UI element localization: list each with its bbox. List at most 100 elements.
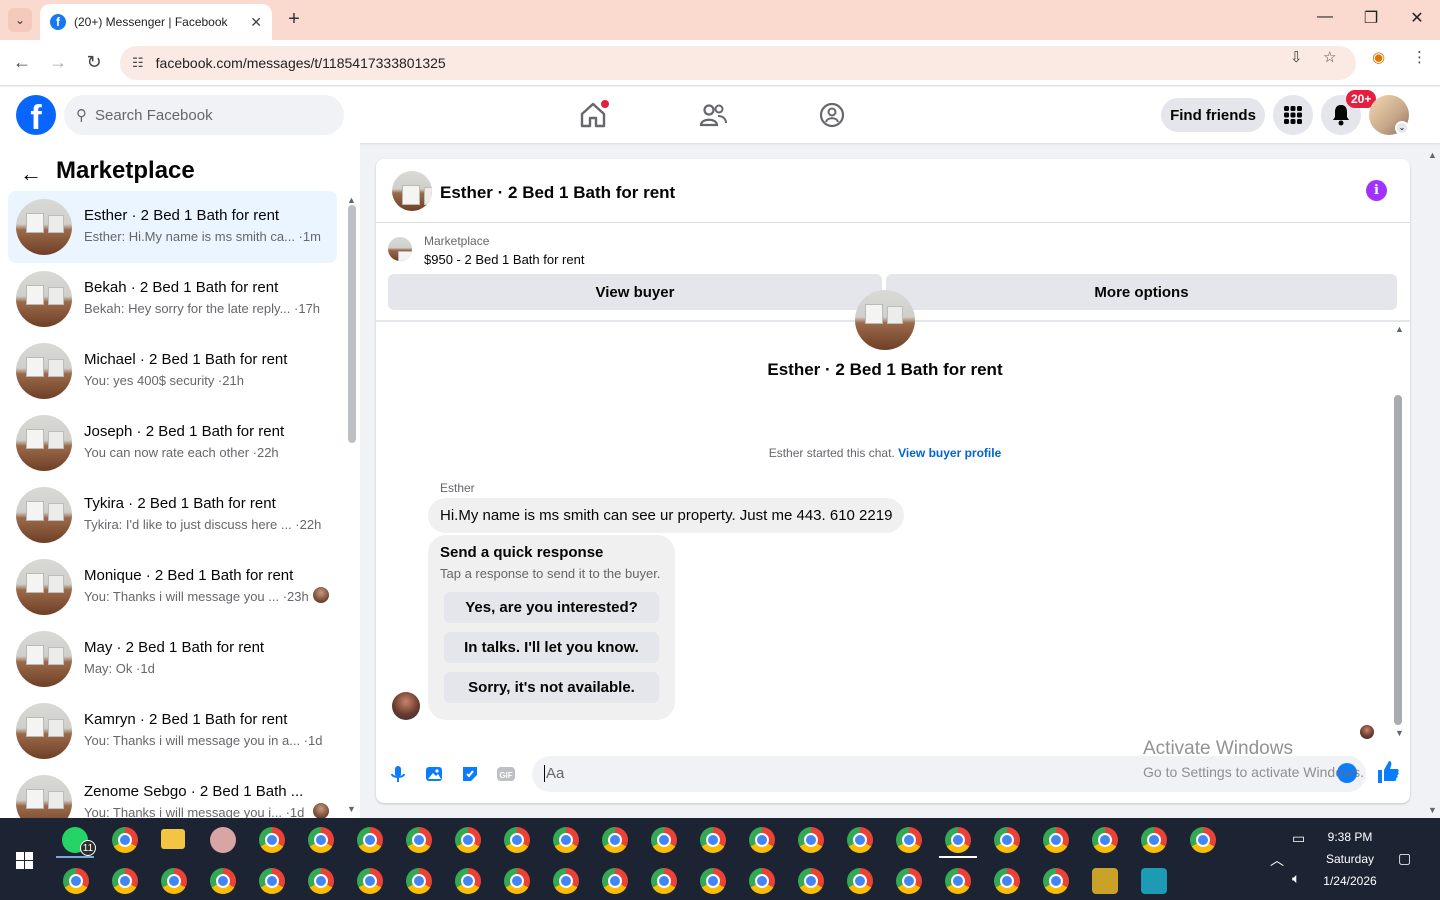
chat-scrollbar[interactable] bbox=[1394, 395, 1402, 725]
chrome-app-icon[interactable] bbox=[700, 827, 726, 853]
chrome-app-icon[interactable] bbox=[798, 868, 824, 894]
view-buyer-button[interactable]: View buyer bbox=[388, 274, 882, 310]
chrome-app-icon[interactable] bbox=[1141, 827, 1167, 853]
chrome-app-icon[interactable] bbox=[847, 868, 873, 894]
conversation-item[interactable]: Joseph · 2 Bed 1 Bath for rent You can n… bbox=[8, 407, 337, 479]
chrome-app-icon[interactable] bbox=[651, 827, 677, 853]
chrome-app-icon[interactable] bbox=[945, 827, 971, 853]
chrome-app-icon[interactable] bbox=[945, 868, 971, 894]
app-icon[interactable] bbox=[1092, 868, 1118, 894]
scroll-down-arrow-icon[interactable]: ▼ bbox=[347, 804, 356, 814]
chrome-app-icon[interactable] bbox=[553, 827, 579, 853]
chat-scroll-up-icon[interactable]: ▲ bbox=[1395, 324, 1404, 334]
groups-icon[interactable] bbox=[816, 99, 848, 131]
view-buyer-profile-link[interactable]: View buyer profile bbox=[898, 446, 1001, 460]
quick-response-not-available-button[interactable]: Sorry, it's not available. bbox=[444, 672, 659, 703]
file-explorer-icon[interactable] bbox=[161, 829, 185, 849]
conversation-item[interactable]: Zenome Sebgo · 2 Bed 1 Bath ... You: Tha… bbox=[8, 767, 337, 818]
info-icon[interactable]: i bbox=[1366, 180, 1387, 201]
chrome-app-icon[interactable] bbox=[63, 868, 89, 894]
address-bar[interactable]: ☷ facebook.com/messages/t/11854173338013… bbox=[120, 46, 1356, 80]
chrome-app-icon[interactable] bbox=[112, 868, 138, 894]
microphone-icon[interactable] bbox=[388, 764, 408, 784]
windows-start-icon[interactable] bbox=[16, 852, 33, 869]
chrome-app-icon[interactable] bbox=[798, 827, 824, 853]
profile-icon[interactable]: ◉ bbox=[1372, 48, 1385, 66]
tab-close-icon[interactable]: ✕ bbox=[250, 14, 262, 31]
chrome-app-icon[interactable] bbox=[406, 868, 432, 894]
chrome-app-icon[interactable] bbox=[994, 868, 1020, 894]
conversation-item[interactable]: Michael · 2 Bed 1 Bath for rent You: yes… bbox=[8, 335, 337, 407]
notification-center-icon[interactable]: ▢ bbox=[1398, 850, 1411, 867]
close-window-button[interactable]: ✕ bbox=[1402, 8, 1432, 28]
chrome-menu-icon[interactable]: ⋮ bbox=[1412, 48, 1427, 66]
clock-date[interactable]: 1/24/2026 bbox=[1318, 874, 1382, 888]
chat-scroll-down-icon[interactable]: ▼ bbox=[1395, 728, 1404, 738]
chrome-app-icon[interactable] bbox=[847, 827, 873, 853]
chrome-app-icon[interactable] bbox=[259, 868, 285, 894]
account-chevron-icon[interactable]: ⌄ bbox=[1395, 121, 1409, 135]
chrome-app-icon[interactable] bbox=[651, 868, 677, 894]
conversation-item[interactable]: May · 2 Bed 1 Bath for rent May: Ok ·1d bbox=[8, 623, 337, 695]
show-hidden-icons-icon[interactable]: ︿ bbox=[1270, 850, 1284, 870]
sender-avatar[interactable] bbox=[392, 692, 420, 720]
clock-time[interactable]: 9:38 PM bbox=[1318, 830, 1382, 844]
facebook-logo-icon[interactable]: f bbox=[16, 95, 56, 135]
chrome-app-icon[interactable] bbox=[553, 868, 579, 894]
clock-day[interactable]: Saturday bbox=[1318, 852, 1382, 866]
chrome-app-icon[interactable] bbox=[406, 827, 432, 853]
back-icon[interactable]: ← bbox=[10, 52, 34, 73]
chrome-app-icon[interactable] bbox=[1190, 827, 1216, 853]
chrome-app-icon[interactable] bbox=[1043, 827, 1069, 853]
conversation-item[interactable]: Tykira · 2 Bed 1 Bath for rent Tykira: I… bbox=[8, 479, 337, 551]
sidebar-scrollbar[interactable] bbox=[348, 205, 356, 443]
chrome-app-icon[interactable] bbox=[749, 827, 775, 853]
quick-response-in-talks-button[interactable]: In talks. I'll let you know. bbox=[444, 632, 659, 663]
thumbs-up-icon[interactable] bbox=[1376, 759, 1400, 785]
chrome-app-icon[interactable] bbox=[112, 827, 138, 853]
chrome-app-icon[interactable] bbox=[455, 868, 481, 894]
chrome-app-icon[interactable] bbox=[259, 827, 285, 853]
chrome-app-icon[interactable] bbox=[161, 868, 187, 894]
conversation-item[interactable]: Esther · 2 Bed 1 Bath for rent Esther: H… bbox=[8, 191, 337, 263]
menu-grid-button[interactable] bbox=[1273, 95, 1313, 135]
maximize-button[interactable]: ❐ bbox=[1356, 8, 1386, 28]
chrome-app-icon[interactable] bbox=[504, 827, 530, 853]
chrome-app-icon[interactable] bbox=[896, 868, 922, 894]
chrome-app-icon[interactable] bbox=[1092, 827, 1118, 853]
app-icon[interactable] bbox=[1141, 868, 1167, 894]
paint-app-icon[interactable] bbox=[210, 827, 236, 853]
scroll-up-arrow-icon[interactable]: ▲ bbox=[347, 195, 356, 205]
chrome-app-icon[interactable] bbox=[1043, 868, 1069, 894]
gif-icon[interactable]: GIF bbox=[496, 764, 516, 784]
chrome-app-icon[interactable] bbox=[504, 868, 530, 894]
browser-tab[interactable]: f (20+) Messenger | Facebook ✕ bbox=[40, 4, 272, 40]
more-options-button[interactable]: More options bbox=[886, 274, 1397, 310]
chat-header-name[interactable]: Esther · 2 Bed 1 Bath for rent bbox=[440, 183, 675, 203]
page-scroll-up-icon[interactable]: ▲ bbox=[1428, 150, 1437, 160]
page-scroll-down-icon[interactable]: ▼ bbox=[1428, 805, 1437, 815]
site-info-icon[interactable]: ☷ bbox=[132, 55, 144, 71]
back-arrow-icon[interactable]: ← bbox=[20, 161, 42, 187]
conversation-item[interactable]: Kamryn · 2 Bed 1 Bath for rent You: Than… bbox=[8, 695, 337, 767]
minimize-button[interactable]: — bbox=[1310, 8, 1340, 26]
chrome-app-icon[interactable] bbox=[896, 827, 922, 853]
volume-icon[interactable]: 🔈︎ bbox=[1292, 870, 1300, 887]
chrome-app-icon[interactable] bbox=[602, 827, 628, 853]
chrome-app-icon[interactable] bbox=[357, 868, 383, 894]
conversation-item[interactable]: Monique · 2 Bed 1 Bath for rent You: Tha… bbox=[8, 551, 337, 623]
chat-header-thumbnail[interactable] bbox=[392, 171, 432, 211]
find-friends-button[interactable]: Find friends bbox=[1161, 98, 1265, 132]
reload-icon[interactable]: ↻ bbox=[82, 52, 106, 73]
tab-search-dropdown[interactable]: ⌄ bbox=[8, 8, 32, 32]
chrome-app-icon[interactable] bbox=[357, 827, 383, 853]
friends-icon[interactable] bbox=[697, 99, 729, 131]
message-bubble[interactable]: Hi.My name is ms smith can see ur proper… bbox=[428, 498, 905, 533]
chrome-app-icon[interactable] bbox=[700, 868, 726, 894]
chrome-app-icon[interactable] bbox=[210, 868, 236, 894]
bookmark-star-icon[interactable]: ☆ bbox=[1323, 48, 1336, 66]
sticker-icon[interactable] bbox=[460, 764, 480, 784]
conversation-item[interactable]: Bekah · 2 Bed 1 Bath for rent Bekah: Hey… bbox=[8, 263, 337, 335]
new-tab-button[interactable]: + bbox=[282, 8, 306, 32]
chrome-app-icon[interactable] bbox=[455, 827, 481, 853]
